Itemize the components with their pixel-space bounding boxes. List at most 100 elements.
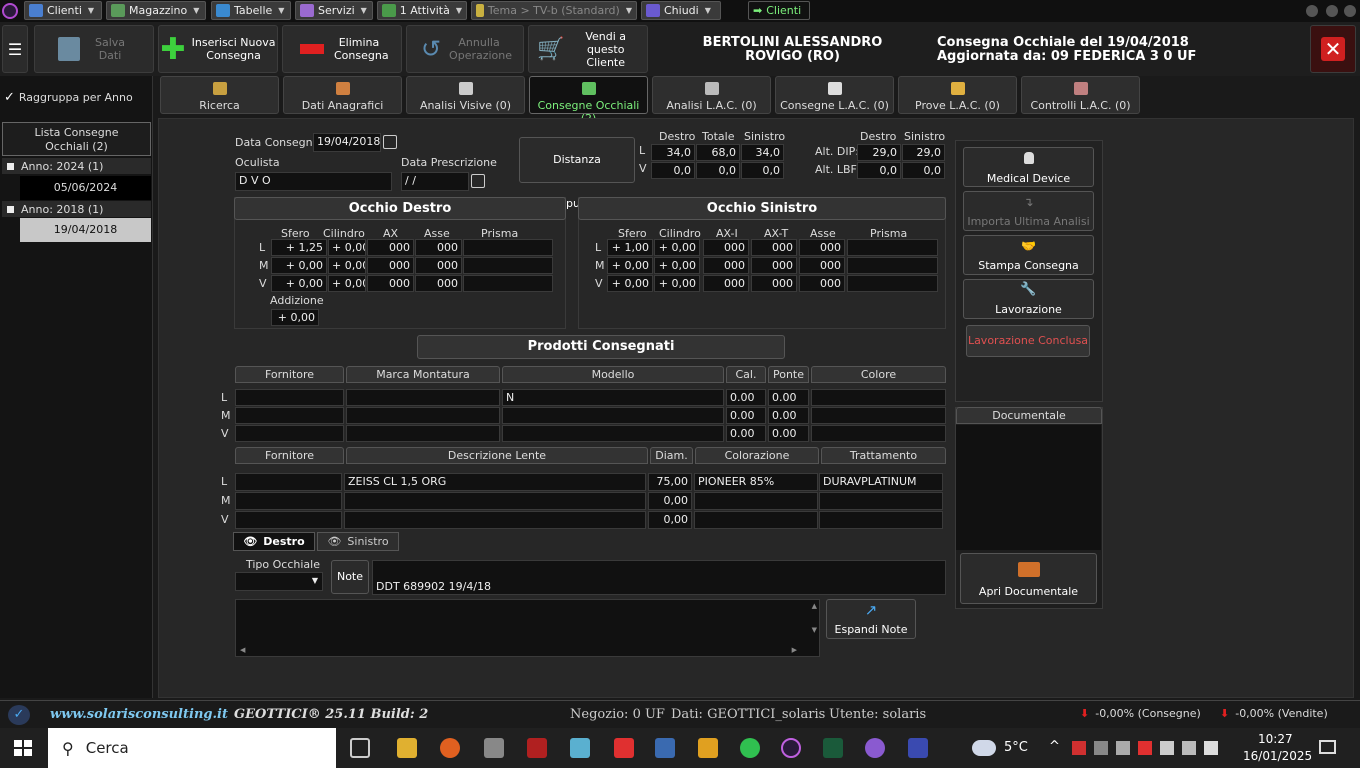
montatura-cell[interactable]: 0.00	[726, 407, 766, 424]
montatura-cell[interactable]	[346, 425, 500, 442]
importa-ultima-analisi-button[interactable]: ↴ Importa Ultima Analisi	[963, 191, 1094, 231]
od-cell[interactable]: 000	[415, 275, 462, 292]
os-cell[interactable]: + 0,00	[607, 275, 653, 292]
tab-destro[interactable]: 👁 Destro	[233, 532, 315, 551]
od-cell[interactable]: 000	[367, 257, 414, 274]
stampa-consegna-button[interactable]: 🤝 Stampa Consegna	[963, 235, 1094, 275]
os-cell[interactable]: 000	[703, 239, 749, 256]
alt-lbf-sinistro[interactable]: 0,0	[902, 162, 945, 179]
os-cell[interactable]: + 0,00	[654, 239, 700, 256]
chevron-up-icon[interactable]: ^	[1049, 739, 1060, 754]
file-explorer-icon[interactable]	[397, 738, 417, 758]
alt-lbf-destro[interactable]: 0,0	[857, 162, 901, 179]
od-cell[interactable]: + 1,25	[271, 239, 327, 256]
lente-cell[interactable]: ZEISS CL 1,5 ORG	[344, 473, 646, 491]
scroll-up-icon[interactable]: ▲	[812, 602, 817, 610]
os-cell[interactable]: 000	[703, 275, 749, 292]
group-2018[interactable]: Anno: 2018 (1)	[2, 201, 151, 217]
apri-documentale-button[interactable]: Apri Documentale	[960, 553, 1097, 604]
lente-cell[interactable]	[235, 473, 342, 491]
scroll-down-icon[interactable]: ▼	[812, 626, 817, 634]
os-cell[interactable]	[847, 239, 938, 256]
dist-v-totale[interactable]: 0,0	[696, 162, 740, 179]
visual-studio-icon[interactable]	[865, 738, 885, 758]
montatura-cell[interactable]	[235, 407, 344, 424]
os-cell[interactable]	[847, 257, 938, 274]
vendi-button[interactable]: 🛒 Vendi a questo Cliente	[528, 25, 648, 73]
weather-temp[interactable]: 5°C	[1004, 740, 1028, 755]
montatura-cell[interactable]	[235, 389, 344, 406]
od-cell[interactable]	[463, 257, 553, 274]
montatura-cell[interactable]: N	[502, 389, 724, 406]
window-maximize-icon[interactable]	[1344, 5, 1356, 17]
od-cell[interactable]: 000	[367, 275, 414, 292]
montatura-cell[interactable]	[502, 425, 724, 442]
notepad-icon[interactable]	[570, 738, 590, 758]
menu-chiudi[interactable]: Chiudi ▼	[641, 1, 721, 20]
od-cell[interactable]	[463, 275, 553, 292]
menu-tema[interactable]: Tema > TV-b (Standard) ▼	[471, 1, 637, 20]
espandi-note-button[interactable]: ↗ Espandi Note	[826, 599, 916, 639]
geottici-app-icon[interactable]	[781, 738, 801, 758]
dist-v-sinistro[interactable]: 0,0	[741, 162, 784, 179]
filezilla-icon[interactable]	[527, 738, 547, 758]
window-drag-icon[interactable]	[1306, 5, 1318, 17]
windows-start-icon[interactable]	[14, 740, 32, 756]
alt-dip-sinistro[interactable]: 29,0	[902, 144, 945, 161]
os-cell[interactable]: 000	[703, 257, 749, 274]
montatura-cell[interactable]: 0.00	[768, 389, 809, 406]
lente-cell[interactable]: 0,00	[648, 492, 692, 510]
app-eye-icon[interactable]	[2, 3, 18, 19]
os-cell[interactable]: 000	[799, 275, 845, 292]
lavorazione-conclusa-button[interactable]: Lavorazione Conclusa	[966, 325, 1090, 357]
tray-icons[interactable]	[1072, 741, 1232, 755]
dist-l-sinistro[interactable]: 34,0	[741, 144, 784, 161]
montatura-cell[interactable]	[811, 389, 946, 406]
os-cell[interactable]: + 0,00	[654, 275, 700, 292]
menu-tabelle[interactable]: Tabelle ▼	[211, 1, 291, 20]
list-item-2024[interactable]: 05/06/2024	[20, 176, 151, 200]
montatura-cell[interactable]	[346, 389, 500, 406]
tab-analisi-visive[interactable]: Analisi Visive (0)	[406, 76, 525, 114]
montatura-cell[interactable]: 0.00	[768, 407, 809, 424]
anydesk-icon[interactable]	[614, 738, 634, 758]
od-cell[interactable]: 000	[367, 239, 414, 256]
montatura-cell[interactable]	[502, 407, 724, 424]
calendar-icon[interactable]	[471, 174, 485, 188]
lente-cell[interactable]	[694, 511, 818, 529]
lente-cell[interactable]	[235, 511, 342, 529]
calendar-icon[interactable]	[383, 135, 397, 149]
lente-cell[interactable]	[694, 492, 818, 510]
window-minimize-icon[interactable]	[1326, 5, 1338, 17]
os-cell[interactable]: 000	[799, 239, 845, 256]
menu-attivita[interactable]: 1 Attività ▼	[377, 1, 467, 20]
menu-clienti[interactable]: Clienti ▼	[24, 1, 102, 20]
tab-ricerca[interactable]: Ricerca	[160, 76, 279, 114]
lavorazione-button[interactable]: 🔧 Lavorazione	[963, 279, 1094, 319]
close-window-button[interactable]: ✕	[1310, 25, 1356, 73]
lente-cell[interactable]	[819, 511, 943, 529]
tab-consegne-occhiali[interactable]: Consegne Occhiali (2)	[529, 76, 648, 125]
od-cell[interactable]: + 0,00	[328, 275, 366, 292]
lente-cell[interactable]: PIONEER 85%	[694, 473, 818, 491]
clock-date[interactable]: 16/01/2025	[1243, 749, 1312, 763]
group-2024[interactable]: Anno: 2024 (1)	[2, 158, 151, 174]
distanza-interpupillare-button[interactable]: Distanza Interpupillare	[519, 137, 635, 210]
tab-analisi-lac[interactable]: Analisi L.A.C. (0)	[652, 76, 771, 114]
medical-device-button[interactable]: Medical Device	[963, 147, 1094, 187]
addizione-field[interactable]: + 0,00	[271, 309, 319, 326]
inserisci-button[interactable]: ✚ Inserisci Nuova Consegna	[158, 25, 278, 73]
montatura-cell[interactable]	[235, 425, 344, 442]
dist-l-destro[interactable]: 34,0	[651, 144, 695, 161]
sql-icon[interactable]	[655, 738, 675, 758]
os-cell[interactable]	[847, 275, 938, 292]
lente-cell[interactable]: DURAVPLATINUM	[819, 473, 943, 491]
tab-prove-lac[interactable]: Prove L.A.C. (0)	[898, 76, 1017, 114]
annulla-button[interactable]: ↺ Annulla Operazione	[406, 25, 524, 73]
lente-cell[interactable]: 0,00	[648, 511, 692, 529]
od-cell[interactable]: 000	[415, 239, 462, 256]
remote-app-icon[interactable]	[908, 738, 928, 758]
note-textarea[interactable]: ▲ ▼ ◀ ▶	[235, 599, 820, 657]
montatura-cell[interactable]: 0.00	[726, 425, 766, 442]
dist-v-destro[interactable]: 0,0	[651, 162, 695, 179]
